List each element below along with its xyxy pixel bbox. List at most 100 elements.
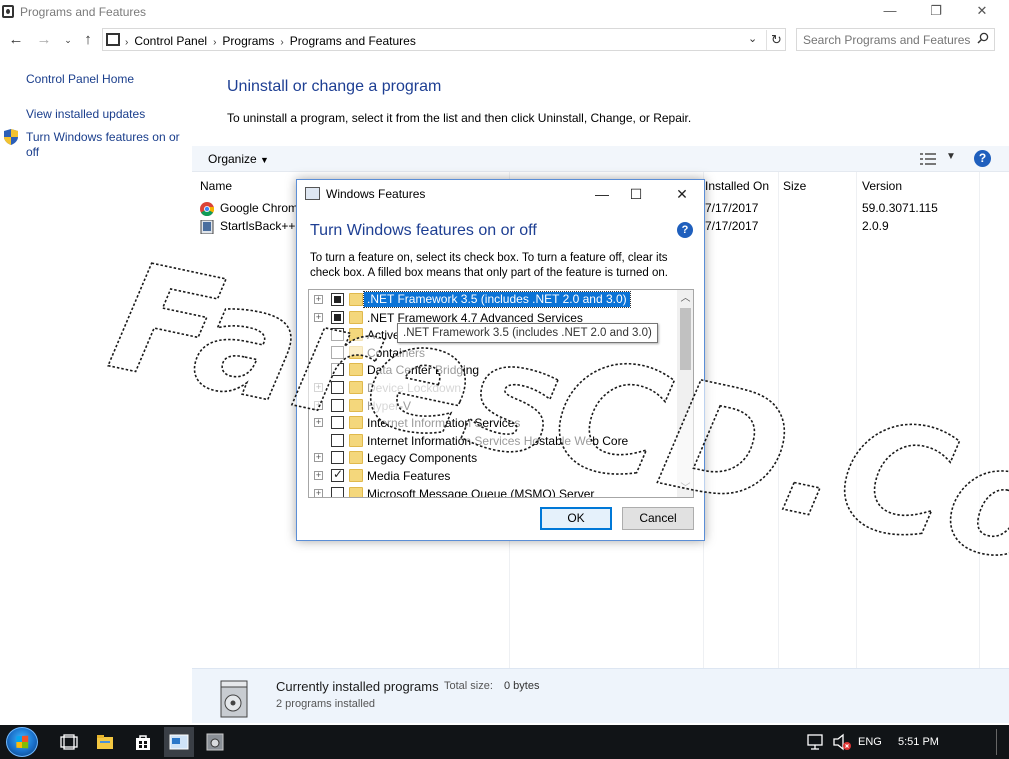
- feature-checkbox[interactable]: [331, 451, 344, 465]
- feature-checkbox[interactable]: [331, 486, 344, 497]
- file-explorer-icon[interactable]: [94, 731, 116, 753]
- maximize-button[interactable]: ❐: [913, 0, 959, 24]
- forward-arrow-icon[interactable]: →: [34, 30, 54, 50]
- expand-icon[interactable]: +: [314, 295, 323, 304]
- back-arrow-icon[interactable]: ←: [6, 30, 26, 50]
- feature-checkbox[interactable]: [331, 381, 344, 394]
- column-header-name[interactable]: Name: [200, 179, 232, 193]
- folder-icon: [349, 328, 363, 342]
- feature-checkbox[interactable]: [331, 416, 344, 430]
- column-divider: [778, 172, 779, 668]
- control-panel-icon: [106, 33, 120, 46]
- scrollbar-thumb[interactable]: [680, 308, 691, 370]
- feature-checkbox[interactable]: [331, 345, 344, 359]
- expand-icon[interactable]: +: [314, 453, 323, 463]
- programs-features-taskbar-icon[interactable]: [204, 731, 226, 753]
- view-options-chevron-icon[interactable]: ▼: [946, 151, 956, 162]
- breadcrumb-programs-and-features[interactable]: Programs and Features: [290, 34, 416, 48]
- folder-icon: [349, 310, 363, 324]
- expand-icon[interactable]: +: [314, 488, 323, 497]
- show-desktop-button[interactable]: [996, 729, 997, 755]
- chevron-right-icon[interactable]: ›: [280, 37, 283, 48]
- folder-icon: [349, 451, 363, 465]
- up-arrow-icon[interactable]: ↑: [78, 30, 98, 50]
- ok-button[interactable]: OK: [540, 507, 612, 530]
- expand-icon[interactable]: +: [314, 312, 323, 322]
- windows-features-icon: [305, 187, 320, 200]
- clock[interactable]: 5:51 PM: [898, 736, 939, 748]
- feature-row[interactable]: + Legacy Components: [309, 449, 679, 467]
- feature-checkbox[interactable]: [331, 398, 344, 412]
- chevron-down-icon[interactable]: ⌄: [748, 32, 757, 45]
- task-view-icon[interactable]: [58, 731, 80, 753]
- expand-icon[interactable]: +: [314, 418, 323, 428]
- column-header-installed-on[interactable]: Installed On: [705, 179, 769, 193]
- dialog-minimize-button[interactable]: —: [587, 183, 617, 205]
- features-tree[interactable]: + Microsoft Message Queue (MSMQ) Server + M…: [308, 289, 694, 498]
- volume-muted-icon[interactable]: [832, 733, 852, 751]
- minimize-button[interactable]: —: [867, 0, 913, 24]
- search-icon[interactable]: [977, 32, 989, 44]
- dialog-close-button[interactable]: ✕: [667, 183, 697, 205]
- chevron-right-icon[interactable]: ›: [125, 37, 128, 48]
- feature-row[interactable]: + Microsoft Message Queue (MSMQ) Server: [309, 485, 679, 498]
- program-installed-on: 7/17/2017: [705, 201, 759, 215]
- feature-checkbox[interactable]: [331, 310, 344, 324]
- programs-features-icon: [2, 5, 14, 18]
- feature-row[interactable]: Containers: [309, 344, 679, 362]
- turn-windows-features-link-line2[interactable]: off: [26, 145, 39, 160]
- feature-row[interactable]: + Device Lockdown: [309, 379, 679, 397]
- feature-row[interactable]: Data Center Bridging: [309, 361, 679, 379]
- view-installed-updates-link[interactable]: View installed updates: [26, 107, 145, 122]
- feature-checkbox[interactable]: [331, 363, 344, 377]
- search-input[interactable]: [803, 30, 973, 49]
- program-version: 59.0.3071.115: [862, 201, 938, 215]
- breadcrumb-programs[interactable]: Programs: [222, 34, 274, 48]
- taskbar-item-control-panel[interactable]: [164, 727, 194, 757]
- feature-row[interactable]: + Hyper-V: [309, 397, 679, 415]
- feature-row[interactable]: Internet Information Services Hostable W…: [309, 432, 679, 450]
- feature-label: Microsoft Message Queue (MSMQ) Server: [367, 486, 595, 498]
- recent-locations-chevron-icon[interactable]: ⌄: [58, 30, 78, 50]
- store-icon[interactable]: [132, 731, 154, 753]
- expand-icon[interactable]: +: [314, 471, 323, 480]
- help-icon[interactable]: ?: [677, 222, 693, 238]
- feature-checkbox[interactable]: [331, 467, 344, 482]
- column-header-size[interactable]: Size: [783, 179, 806, 193]
- help-icon[interactable]: ?: [974, 150, 991, 167]
- folder-icon: [349, 381, 363, 394]
- view-details-icon[interactable]: [920, 153, 936, 165]
- network-icon[interactable]: [806, 733, 826, 751]
- folder-icon: [349, 363, 363, 377]
- cancel-button[interactable]: Cancel: [622, 507, 694, 530]
- feature-checkbox[interactable]: [331, 328, 344, 342]
- feature-row[interactable]: + Media Features: [309, 467, 679, 485]
- control-panel-home-link[interactable]: Control Panel Home: [26, 72, 134, 87]
- address-row: ← → ⌄ ↑ › Control Panel › Programs › Programs…: [0, 26, 1009, 54]
- dialog-title: Windows Features: [326, 187, 426, 201]
- expand-icon[interactable]: +: [314, 400, 323, 410]
- breadcrumb: › Control Panel › Programs › Programs and Fea…: [125, 34, 416, 48]
- expand-icon[interactable]: +: [314, 383, 323, 392]
- chevron-right-icon[interactable]: ›: [213, 37, 216, 48]
- feature-row[interactable]: + .NET Framework 3.5 (includes .NET 2.0 a…: [309, 291, 679, 309]
- address-bar[interactable]: › Control Panel › Programs › Programs and Fea…: [102, 28, 786, 51]
- feature-row[interactable]: + Internet Information Services: [309, 414, 679, 432]
- dialog-maximize-button[interactable]: ☐: [621, 183, 651, 205]
- page-title: Uninstall or change a program: [227, 78, 442, 95]
- feature-checkbox[interactable]: [331, 293, 344, 306]
- start-button[interactable]: [6, 727, 38, 757]
- column-header-version[interactable]: Version: [862, 179, 902, 193]
- scroll-up-icon[interactable]: ︿: [677, 290, 693, 307]
- search-box[interactable]: [796, 28, 995, 51]
- features-scrollbar[interactable]: ︿ ﹀: [677, 290, 693, 497]
- feature-checkbox[interactable]: [331, 433, 344, 447]
- input-language[interactable]: ENG: [858, 736, 882, 748]
- close-button[interactable]: ✕: [959, 0, 1005, 24]
- breadcrumb-control-panel[interactable]: Control Panel: [134, 34, 207, 48]
- organize-menu-button[interactable]: Organize ▼: [208, 152, 269, 166]
- program-name: Google Chrom: [220, 201, 299, 215]
- refresh-icon[interactable]: ↻: [766, 30, 786, 50]
- scroll-down-icon[interactable]: ﹀: [677, 480, 693, 497]
- turn-windows-features-link[interactable]: Turn Windows features on or: [26, 130, 180, 145]
